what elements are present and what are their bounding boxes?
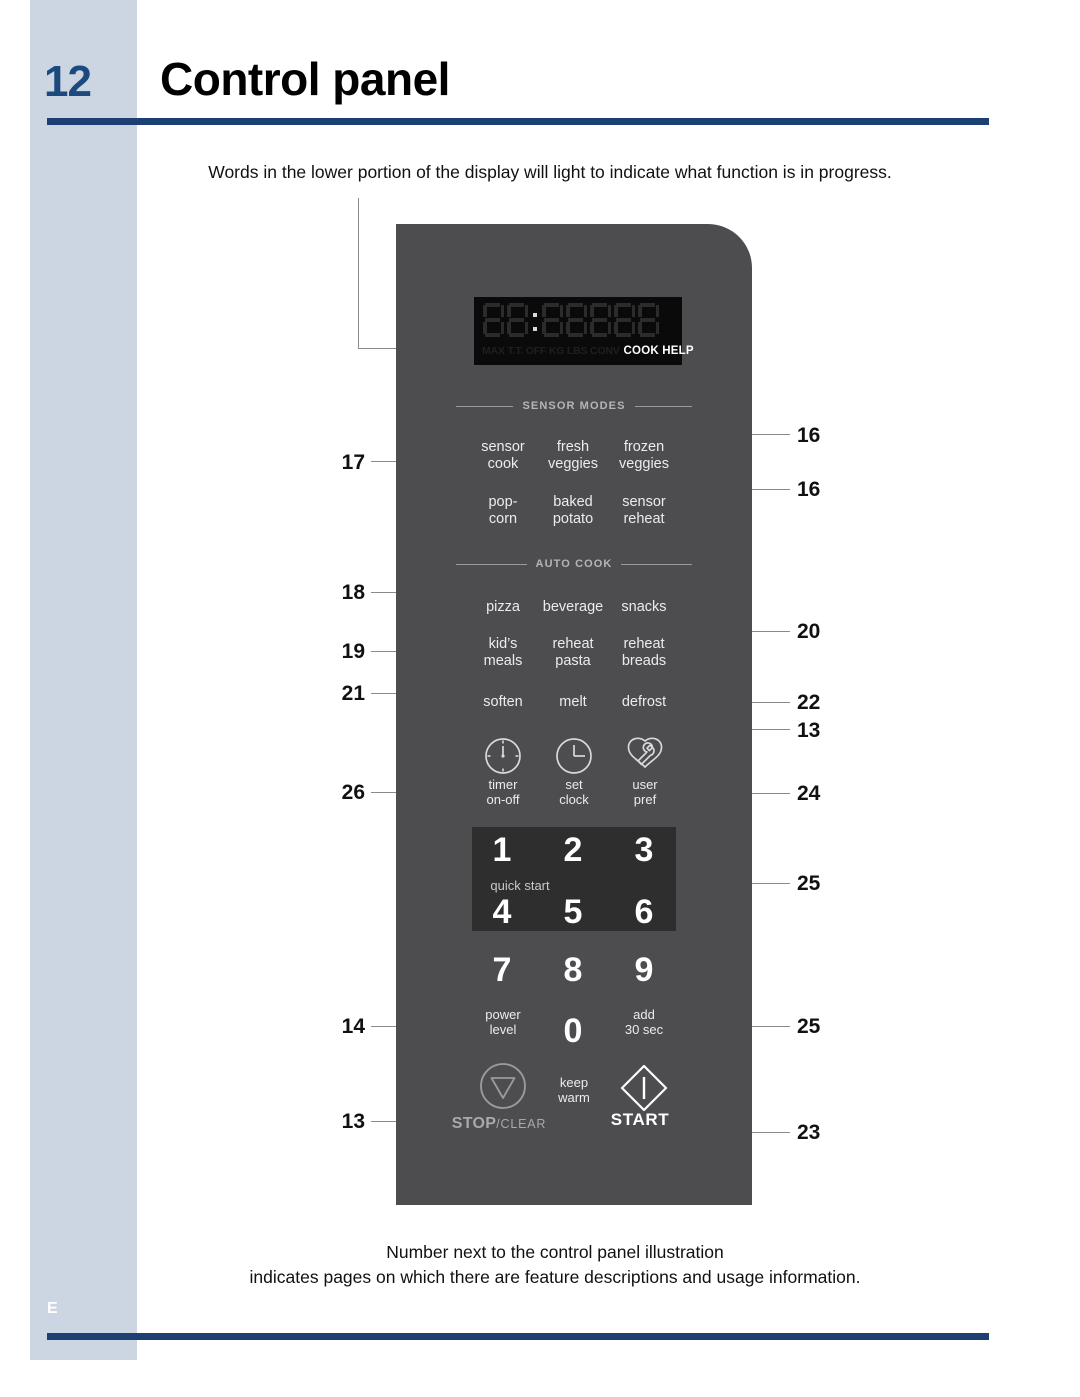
callout-18: 18 xyxy=(341,581,365,604)
key-frozen-veggies[interactable]: frozen veggies xyxy=(601,439,687,473)
key-line1: defrost xyxy=(621,694,667,710)
key-stop-clear[interactable]: STOP/CLEAR xyxy=(434,1115,564,1133)
key-line2: reheat xyxy=(623,511,665,528)
callout-14: 14 xyxy=(341,1015,365,1038)
wrench-icon[interactable] xyxy=(623,734,667,778)
key-sensor-reheat[interactable]: sensor reheat xyxy=(601,494,687,528)
key-line1: reheat xyxy=(623,636,665,652)
key-line2: warm xyxy=(558,1090,590,1106)
key-add-30-sec[interactable]: add 30 sec xyxy=(601,1007,687,1038)
caption-top: Words in the lower portion of the displa… xyxy=(208,162,892,182)
callout-25-b: 25 xyxy=(797,1015,821,1038)
section-rule-left xyxy=(456,563,527,565)
key-7[interactable]: 7 xyxy=(472,951,532,990)
key-line1: frozen xyxy=(623,439,665,455)
footer-rule xyxy=(47,1333,989,1340)
key-line2: pref xyxy=(633,792,657,808)
section-rule-right xyxy=(634,405,692,407)
key-line1: add xyxy=(633,1007,655,1022)
key-9[interactable]: 9 xyxy=(614,951,674,990)
display-words-dim: MAX T.T. OFF KG LBS CONV xyxy=(482,345,620,357)
display-digit xyxy=(507,303,528,337)
key-user-pref[interactable]: user pref xyxy=(602,777,688,808)
key-1[interactable]: 1 xyxy=(472,831,532,870)
page-number: 12 xyxy=(44,57,92,106)
display-words-lit: COOK HELP xyxy=(623,345,694,357)
display-indicator-words: MAX T.T. OFF KG LBS CONV COOK HELP xyxy=(482,343,694,359)
key-start[interactable]: START xyxy=(592,1110,688,1130)
key-line1: sensor xyxy=(622,494,666,510)
display-digit xyxy=(614,303,635,337)
section-header-label: AUTO COOK xyxy=(535,558,613,570)
section-header-sensor-modes: SENSOR MODES xyxy=(456,399,692,413)
stop-label: STOP xyxy=(451,1115,497,1132)
stop-clear-icon[interactable] xyxy=(477,1060,529,1112)
display-digit xyxy=(638,303,659,337)
page-title: Control panel xyxy=(160,53,450,105)
callout-17: 17 xyxy=(341,451,365,474)
callout-21: 21 xyxy=(341,682,365,705)
timer-icon[interactable] xyxy=(481,734,525,778)
key-6[interactable]: 6 xyxy=(614,893,674,932)
callout-22: 22 xyxy=(797,691,821,714)
key-line1: user xyxy=(632,777,658,792)
led-display: MAX T.T. OFF KG LBS CONV COOK HELP xyxy=(474,297,694,365)
display-digit xyxy=(542,303,563,337)
callout-25-a: 25 xyxy=(797,872,821,895)
start-icon[interactable] xyxy=(618,1062,670,1114)
key-line1: snacks xyxy=(621,599,667,615)
left-color-band xyxy=(30,0,137,1360)
callout-20: 20 xyxy=(797,620,821,643)
callout-19: 19 xyxy=(341,640,365,663)
caption-bottom: Number next to the control panel illustr… xyxy=(120,1240,990,1291)
callout-24: 24 xyxy=(797,782,821,805)
caption-bottom-line1: Number next to the control panel illustr… xyxy=(386,1242,724,1262)
key-8[interactable]: 8 xyxy=(543,951,603,990)
key-line2: level xyxy=(489,1022,517,1038)
key-line2: veggies xyxy=(619,456,669,473)
leader-display-vertical xyxy=(358,198,359,348)
key-4[interactable]: 4 xyxy=(472,893,532,932)
section-rule-right xyxy=(621,563,693,565)
section-header-auto-cook: AUTO COOK xyxy=(456,557,693,571)
clear-label: CLEAR xyxy=(500,1117,547,1131)
section-rule-left xyxy=(456,405,514,407)
key-defrost[interactable]: defrost xyxy=(601,694,687,711)
callout-23: 23 xyxy=(797,1121,821,1144)
key-line1: keep xyxy=(559,1075,589,1090)
key-0[interactable]: 0 xyxy=(543,1012,603,1051)
header-rule xyxy=(47,118,989,125)
callout-13-left: 13 xyxy=(341,1110,365,1133)
callout-16-a: 16 xyxy=(797,424,821,447)
microwave-control-panel: MAX T.T. OFF KG LBS CONV COOK HELP SENSO… xyxy=(396,224,752,1205)
callout-13-right: 13 xyxy=(797,719,821,742)
key-line2: breads xyxy=(621,653,667,670)
key-reheat-breads[interactable]: reheat breads xyxy=(601,636,687,670)
display-colon xyxy=(531,303,539,337)
key-line2: 30 sec xyxy=(624,1022,664,1038)
key-snacks[interactable]: snacks xyxy=(601,599,687,616)
key-keep-warm[interactable]: keep warm xyxy=(531,1075,617,1106)
key-2[interactable]: 2 xyxy=(543,831,603,870)
quick-start-label: quick start xyxy=(490,878,550,893)
section-header-label: SENSOR MODES xyxy=(522,400,626,412)
callout-16-b: 16 xyxy=(797,478,821,501)
footer-language-letter: E xyxy=(47,1300,58,1317)
display-digit xyxy=(566,303,587,337)
key-power-level[interactable]: power level xyxy=(460,1007,546,1038)
display-digit xyxy=(590,303,611,337)
display-digit xyxy=(483,303,504,337)
clock-icon[interactable] xyxy=(552,734,596,778)
key-3[interactable]: 3 xyxy=(614,831,674,870)
key-line1: power xyxy=(485,1007,521,1022)
key-5[interactable]: 5 xyxy=(543,893,603,932)
display-digits xyxy=(483,303,675,341)
caption-bottom-line2: indicates pages on which there are featu… xyxy=(249,1267,861,1288)
callout-26: 26 xyxy=(341,781,365,804)
